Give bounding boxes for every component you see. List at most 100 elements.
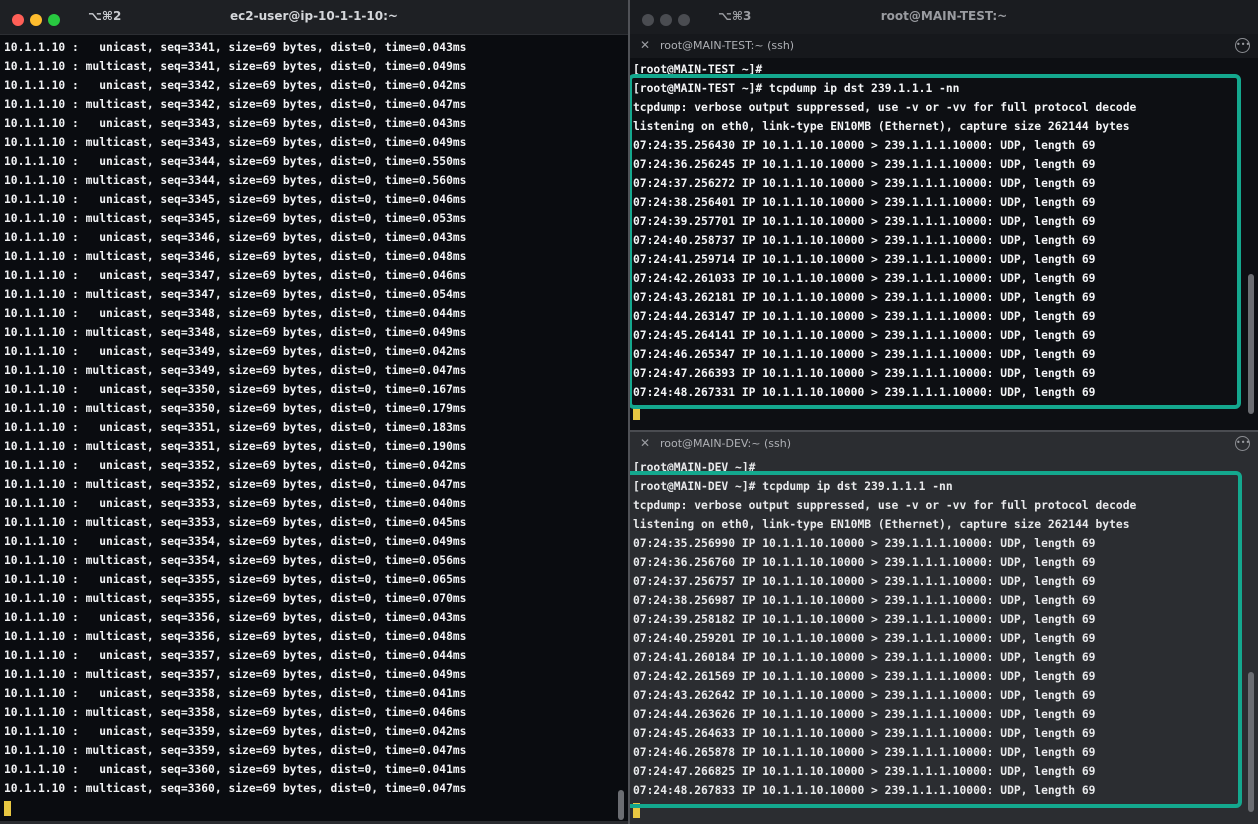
- pane-tab-label: root@MAIN-DEV:~ (ssh): [660, 437, 791, 450]
- terminal-line: 10.1.1.10 : multicast, seq=3348, size=69…: [4, 326, 467, 339]
- terminal-line: 07:24:46.265347 IP 10.1.1.10.10000 > 239…: [633, 348, 1096, 361]
- terminal-line: 10.1.1.10 : unicast, seq=3358, size=69 b…: [4, 687, 467, 700]
- terminal-line: listening on eth0, link-type EN10MB (Eth…: [633, 518, 1130, 531]
- scrollbar[interactable]: [618, 790, 624, 820]
- terminal-line: 10.1.1.10 : unicast, seq=3357, size=69 b…: [4, 649, 467, 662]
- terminal-line: 10.1.1.10 : unicast, seq=3355, size=69 b…: [4, 573, 467, 586]
- terminal-line: 10.1.1.10 : unicast, seq=3344, size=69 b…: [4, 155, 467, 168]
- terminal-line: 07:24:40.259201 IP 10.1.1.10.10000 > 239…: [633, 632, 1096, 645]
- terminal-line: 10.1.1.10 : multicast, seq=3347, size=69…: [4, 288, 467, 301]
- pane-tab-main-dev[interactable]: ✕ root@MAIN-DEV:~ (ssh) •••: [630, 432, 1258, 456]
- terminal-line: 10.1.1.10 : unicast, seq=3346, size=69 b…: [4, 231, 467, 244]
- terminal-line: 10.1.1.10 : unicast, seq=3343, size=69 b…: [4, 117, 467, 130]
- terminal-line: 10.1.1.10 : multicast, seq=3344, size=69…: [4, 174, 467, 187]
- terminal-line: 07:24:45.264633 IP 10.1.1.10.10000 > 239…: [633, 727, 1096, 740]
- terminal-line: 07:24:37.256757 IP 10.1.1.10.10000 > 239…: [633, 575, 1096, 588]
- terminal-line: 07:24:47.266393 IP 10.1.1.10.10000 > 239…: [633, 367, 1096, 380]
- right-titlebar[interactable]: ⌥⌘3 root@MAIN-TEST:~: [630, 0, 1258, 35]
- terminal-line: 10.1.1.10 : multicast, seq=3346, size=69…: [4, 250, 467, 263]
- more-icon[interactable]: •••: [1235, 38, 1250, 53]
- terminal-line: 10.1.1.10 : unicast, seq=3353, size=69 b…: [4, 497, 467, 510]
- terminal-line: 07:24:47.266825 IP 10.1.1.10.10000 > 239…: [633, 765, 1096, 778]
- terminal-line: 10.1.1.10 : unicast, seq=3347, size=69 b…: [4, 269, 467, 282]
- terminal-line: 07:24:41.259714 IP 10.1.1.10.10000 > 239…: [633, 253, 1096, 266]
- terminal-line: [root@MAIN-TEST ~]# tcpdump ip dst 239.1…: [633, 82, 960, 95]
- right-terminal-window[interactable]: ⌥⌘3 root@MAIN-TEST:~ ✕ root@MAIN-TEST:~ …: [630, 0, 1258, 824]
- terminal-line: 10.1.1.10 : multicast, seq=3357, size=69…: [4, 668, 467, 681]
- terminal-line: 07:24:41.260184 IP 10.1.1.10.10000 > 239…: [633, 651, 1096, 664]
- window-title: ec2-user@ip-10-1-1-10:~: [230, 9, 398, 23]
- cursor: [4, 800, 11, 816]
- terminal-line: 10.1.1.10 : multicast, seq=3349, size=69…: [4, 364, 467, 377]
- cursor: [633, 404, 640, 420]
- terminal-line: [root@MAIN-DEV ~]# tcpdump ip dst 239.1.…: [633, 480, 953, 493]
- terminal-line: [root@MAIN-DEV ~]#: [633, 461, 756, 474]
- terminal-line: 10.1.1.10 : unicast, seq=3359, size=69 b…: [4, 725, 467, 738]
- terminal-line: 10.1.1.10 : multicast, seq=3341, size=69…: [4, 60, 467, 73]
- terminal-line: 10.1.1.10 : multicast, seq=3343, size=69…: [4, 136, 467, 149]
- terminal-line: 10.1.1.10 : unicast, seq=3350, size=69 b…: [4, 383, 467, 396]
- terminal-line: 10.1.1.10 : multicast, seq=3345, size=69…: [4, 212, 467, 225]
- terminal-line: 07:24:36.256760 IP 10.1.1.10.10000 > 239…: [633, 556, 1096, 569]
- terminal-line: 07:24:46.265878 IP 10.1.1.10.10000 > 239…: [633, 746, 1096, 759]
- pane-main-dev[interactable]: ✕ root@MAIN-DEV:~ (ssh) ••• [root@MAIN-D…: [630, 432, 1258, 824]
- terminal-line: 10.1.1.10 : unicast, seq=3352, size=69 b…: [4, 459, 467, 472]
- terminal-line: 10.1.1.10 : unicast, seq=3349, size=69 b…: [4, 345, 467, 358]
- cursor: [633, 802, 640, 818]
- terminal-line: 07:24:44.263147 IP 10.1.1.10.10000 > 239…: [633, 310, 1096, 323]
- pane-main-test[interactable]: ✕ root@MAIN-TEST:~ (ssh) ••• [root@MAIN-…: [630, 34, 1258, 430]
- pane-tab-label: root@MAIN-TEST:~ (ssh): [660, 39, 795, 52]
- terminal-line: listening on eth0, link-type EN10MB (Eth…: [633, 120, 1130, 133]
- close-icon[interactable]: ✕: [640, 436, 650, 450]
- terminal-line: 10.1.1.10 : multicast, seq=3350, size=69…: [4, 402, 467, 415]
- terminal-line: [root@MAIN-TEST ~]#: [633, 63, 763, 76]
- terminal-line: 10.1.1.10 : multicast, seq=3356, size=69…: [4, 630, 467, 643]
- terminal-line: 07:24:39.258182 IP 10.1.1.10.10000 > 239…: [633, 613, 1096, 626]
- terminal-line: 07:24:43.262642 IP 10.1.1.10.10000 > 239…: [633, 689, 1096, 702]
- more-icon[interactable]: •••: [1235, 436, 1250, 451]
- terminal-line: 07:24:36.256245 IP 10.1.1.10.10000 > 239…: [633, 158, 1096, 171]
- terminal-line: 10.1.1.10 : unicast, seq=3360, size=69 b…: [4, 763, 467, 776]
- terminal-line: 07:24:42.261569 IP 10.1.1.10.10000 > 239…: [633, 670, 1096, 683]
- window-title: root@MAIN-TEST:~: [880, 9, 1008, 23]
- terminal-line: 07:24:44.263626 IP 10.1.1.10.10000 > 239…: [633, 708, 1096, 721]
- terminal-output[interactable]: 10.1.1.10 : unicast, seq=3341, size=69 b…: [4, 38, 628, 817]
- terminal-line: tcpdump: verbose output suppressed, use …: [633, 499, 1137, 512]
- terminal-line: 07:24:48.267833 IP 10.1.1.10.10000 > 239…: [633, 784, 1096, 797]
- terminal-output[interactable]: [root@MAIN-DEV ~]# [root@MAIN-DEV ~]# tcp…: [633, 458, 1258, 819]
- terminal-line: 07:24:35.256430 IP 10.1.1.10.10000 > 239…: [633, 139, 1096, 152]
- terminal-line: 10.1.1.10 : unicast, seq=3356, size=69 b…: [4, 611, 467, 624]
- left-titlebar[interactable]: ⌥⌘2 ec2-user@ip-10-1-1-10:~: [0, 0, 628, 35]
- terminal-line: 10.1.1.10 : unicast, seq=3351, size=69 b…: [4, 421, 467, 434]
- cursor-line: [633, 800, 1258, 819]
- pane-tab-main-test[interactable]: ✕ root@MAIN-TEST:~ (ssh) •••: [630, 34, 1258, 58]
- close-icon[interactable]: ✕: [640, 38, 650, 52]
- terminal-line: 10.1.1.10 : unicast, seq=3354, size=69 b…: [4, 535, 467, 548]
- terminal-line: 10.1.1.10 : multicast, seq=3354, size=69…: [4, 554, 467, 567]
- terminal-line: 07:24:38.256401 IP 10.1.1.10.10000 > 239…: [633, 196, 1096, 209]
- terminal-line: 10.1.1.10 : multicast, seq=3355, size=69…: [4, 592, 467, 605]
- terminal-line: 07:24:37.256272 IP 10.1.1.10.10000 > 239…: [633, 177, 1096, 190]
- terminal-line: 07:24:45.264141 IP 10.1.1.10.10000 > 239…: [633, 329, 1096, 342]
- terminal-line: 10.1.1.10 : unicast, seq=3342, size=69 b…: [4, 79, 467, 92]
- terminal-line: 10.1.1.10 : multicast, seq=3360, size=69…: [4, 782, 467, 795]
- terminal-line: 07:24:48.267331 IP 10.1.1.10.10000 > 239…: [633, 386, 1096, 399]
- cursor-line: [633, 402, 1258, 421]
- terminal-line: 07:24:40.258737 IP 10.1.1.10.10000 > 239…: [633, 234, 1096, 247]
- scrollbar[interactable]: [1248, 274, 1254, 414]
- scrollbar[interactable]: [1248, 672, 1254, 812]
- cursor-line: [4, 798, 628, 817]
- left-terminal-window[interactable]: ⌥⌘2 ec2-user@ip-10-1-1-10:~ 10.1.1.10 : …: [0, 0, 628, 824]
- terminal-line: 07:24:42.261033 IP 10.1.1.10.10000 > 239…: [633, 272, 1096, 285]
- terminal-output[interactable]: [root@MAIN-TEST ~]# [root@MAIN-TEST ~]# t…: [633, 60, 1258, 421]
- terminal-line: 07:24:43.262181 IP 10.1.1.10.10000 > 239…: [633, 291, 1096, 304]
- terminal-line: 10.1.1.10 : unicast, seq=3341, size=69 b…: [4, 41, 467, 54]
- terminal-line: 07:24:35.256990 IP 10.1.1.10.10000 > 239…: [633, 537, 1096, 550]
- terminal-line: 10.1.1.10 : multicast, seq=3352, size=69…: [4, 478, 467, 491]
- terminal-line: tcpdump: verbose output suppressed, use …: [633, 101, 1137, 114]
- terminal-line: 10.1.1.10 : multicast, seq=3358, size=69…: [4, 706, 467, 719]
- terminal-line: 07:24:39.257701 IP 10.1.1.10.10000 > 239…: [633, 215, 1096, 228]
- terminal-line: 10.1.1.10 : multicast, seq=3342, size=69…: [4, 98, 467, 111]
- terminal-line: 07:24:38.256987 IP 10.1.1.10.10000 > 239…: [633, 594, 1096, 607]
- terminal-line: 10.1.1.10 : multicast, seq=3353, size=69…: [4, 516, 467, 529]
